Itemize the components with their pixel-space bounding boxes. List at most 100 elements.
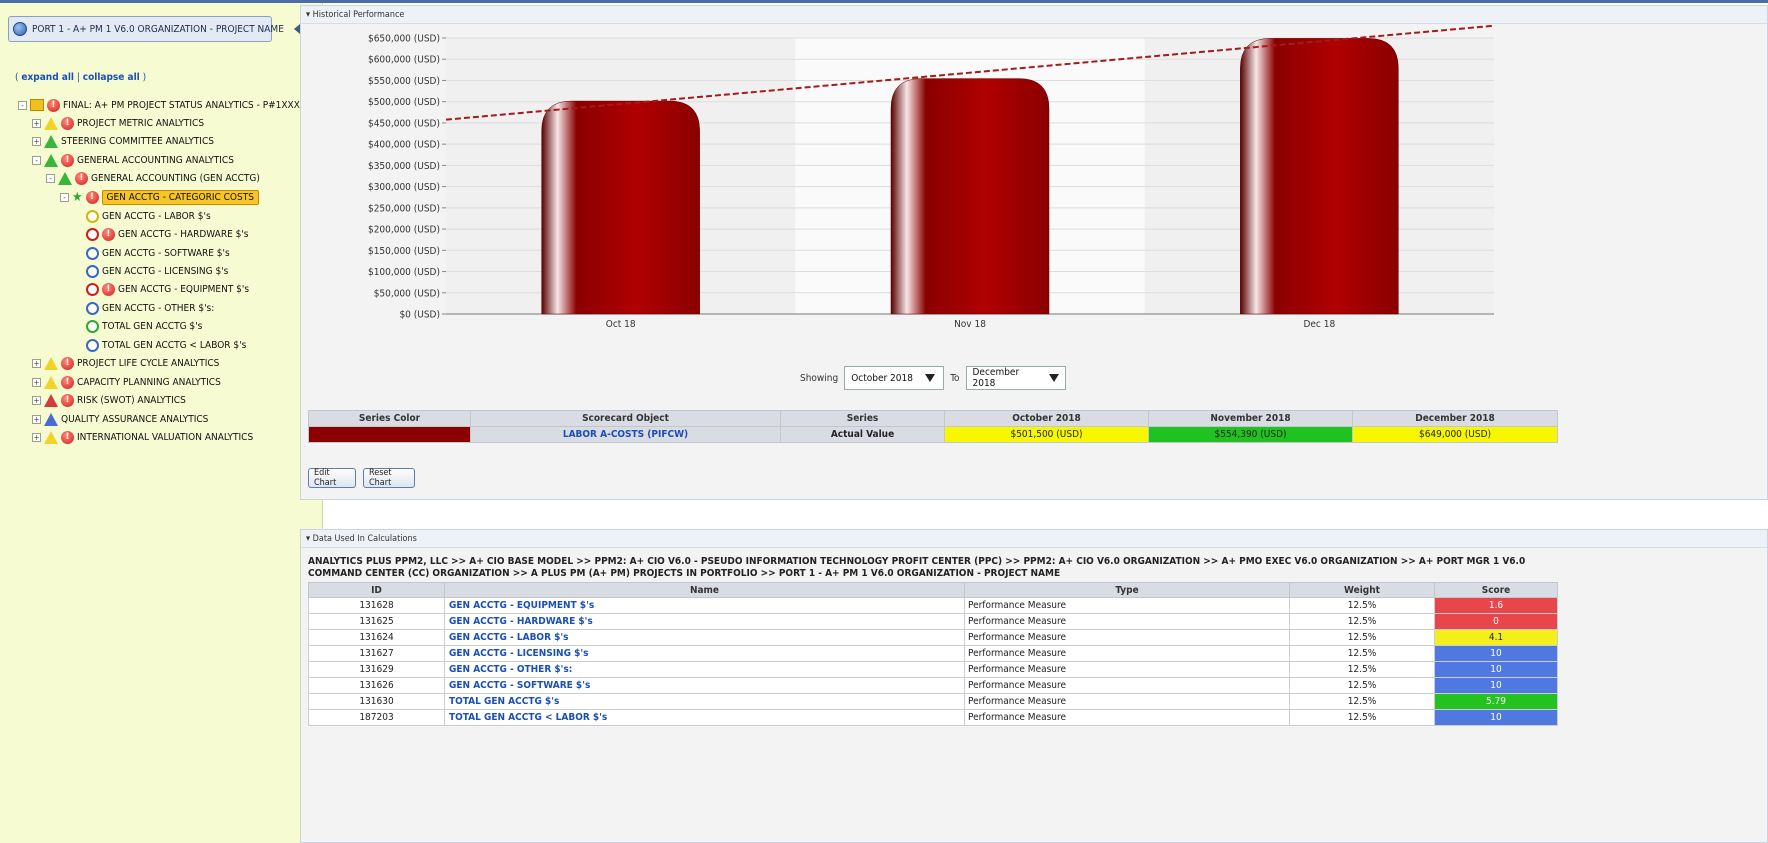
status-circle-icon (86, 338, 99, 352)
organization-title: PORT 1 - A+ PM 1 V6.0 ORGANIZATION - PRO… (32, 23, 284, 35)
section-title: Historical Performance (312, 9, 405, 20)
bar-nov-18[interactable] (890, 78, 1050, 315)
tree-item-other[interactable]: GEN ACCTG - OTHER $'s: (86, 299, 214, 317)
scorecard-object-link[interactable]: LABOR A-COSTS (PIFCW) (470, 426, 781, 443)
tree-item-hardware[interactable]: ! GEN ACCTG - HARDWARE $'s (86, 225, 248, 243)
alert-icon: ! (102, 227, 115, 241)
y-tick-label: $350,000 (USD) (368, 161, 440, 172)
from-date-select[interactable]: October 2018 (844, 366, 945, 390)
tree-item-total-gen-acctg[interactable]: TOTAL GEN ACCTG $'s (86, 317, 202, 335)
collapse-toggle-icon[interactable]: - (18, 100, 27, 110)
scorecard-icon (30, 99, 44, 111)
row-name-link[interactable]: GEN ACCTG - HARDWARE $'s (444, 613, 965, 630)
organization-selector[interactable]: PORT 1 - A+ PM 1 V6.0 ORGANIZATION - PRO… (8, 16, 284, 42)
status-circle-icon (86, 209, 99, 223)
historical-performance-chart: $0 (USD) $50,000 (USD) $100,000 (USD) $150,… (368, 24, 1495, 330)
tree-item-categoric-costs[interactable]: - ★ ! GEN ACCTG - CATEGORIC COSTS (60, 188, 259, 206)
row-name-link[interactable]: TOTAL GEN ACCTG < LABOR $'s (444, 709, 965, 726)
collapse-triangle-icon[interactable]: ▾ (306, 534, 313, 544)
row-type: Performance Measure (964, 677, 1290, 694)
from-date-value: October 2018 (851, 372, 913, 384)
y-tick-label: $50,000 (USD) (374, 288, 440, 299)
tree-item-software[interactable]: GEN ACCTG - SOFTWARE $'s (86, 244, 230, 262)
y-tick-label: $500,000 (USD) (368, 97, 440, 108)
series-color-swatch (308, 426, 471, 443)
expand-all-link[interactable]: expand all (21, 72, 74, 83)
chevron-down-icon (1048, 374, 1059, 382)
tree-item-label: PROJECT LIFE CYCLE ANALYTICS (77, 357, 220, 369)
tree-item-capacity-planning[interactable]: + ! CAPACITY PLANNING ANALYTICS (32, 373, 221, 391)
alert-icon: ! (61, 116, 74, 130)
row-name-link[interactable]: GEN ACCTG - SOFTWARE $'s (444, 677, 965, 694)
bar-oct-18[interactable] (541, 100, 700, 315)
y-tick-label: $300,000 (USD) (368, 182, 440, 193)
tree-item-label: TOTAL GEN ACCTG $'s (102, 320, 203, 332)
expand-toggle-icon[interactable]: + (32, 432, 41, 442)
col-october: October 2018 (944, 410, 1149, 427)
tree-item-final-status[interactable]: - ! FINAL: A+ PM PROJECT STATUS ANALYTIC… (18, 96, 300, 114)
edit-chart-button[interactable]: Edit Chart (308, 468, 356, 488)
tree-item-label: FINAL: A+ PM PROJECT STATUS ANALYTICS - … (63, 99, 300, 111)
tree-item-gen-acctg[interactable]: - ! GENERAL ACCOUNTING (GEN ACCTG) (46, 169, 260, 187)
collapse-toggle-icon[interactable]: - (60, 192, 69, 202)
row-name-link[interactable]: TOTAL GEN ACCTG $'s (444, 693, 965, 710)
tree-item-project-metric[interactable]: + ! PROJECT METRIC ANALYTICS (32, 114, 204, 132)
row-name-link[interactable]: GEN ACCTG - EQUIPMENT $'s (444, 597, 965, 614)
reset-chart-button[interactable]: Reset Chart (363, 468, 415, 488)
row-name-link[interactable]: GEN ACCTG - LABOR $'s (444, 629, 965, 646)
col-december: December 2018 (1352, 410, 1558, 427)
expand-toggle-icon[interactable]: + (32, 395, 41, 405)
date-range-controls: Showing October 2018 To December 2018 (800, 366, 1066, 390)
row-id: 131624 (308, 629, 445, 646)
to-date-select[interactable]: December 2018 (965, 366, 1066, 390)
collapse-toggle-icon[interactable]: - (32, 155, 41, 165)
collapse-toggle-icon[interactable]: - (46, 173, 55, 183)
tree-item-label: TOTAL GEN ACCTG < LABOR $'s (102, 339, 247, 351)
collapse-all-link[interactable]: collapse all (83, 72, 140, 83)
expand-toggle-icon[interactable]: + (32, 358, 41, 368)
expand-toggle-icon[interactable]: + (32, 118, 41, 128)
row-name-link[interactable]: GEN ACCTG - LICENSING $'s (444, 645, 965, 662)
y-tick-label: $100,000 (USD) (368, 267, 440, 278)
expand-toggle-icon[interactable]: + (32, 414, 41, 424)
bar-dec-18[interactable] (1240, 38, 1399, 315)
row-weight: 12.5% (1289, 629, 1435, 646)
section-title: Data Used In Calculations (312, 533, 417, 544)
tree-item-licensing[interactable]: GEN ACCTG - LICENSING $'s (86, 262, 228, 280)
warning-triangle-icon (44, 375, 58, 389)
tree-item-life-cycle[interactable]: + ! PROJECT LIFE CYCLE ANALYTICS (32, 354, 219, 372)
y-tick-label: $550,000 (USD) (368, 76, 440, 87)
tree-item-international-valuation[interactable]: + ! INTERNATIONAL VALUATION ANALYTICS (32, 428, 253, 446)
row-weight: 12.5% (1289, 709, 1435, 726)
tree-item-steering-committee[interactable]: + STEERING COMMITTEE ANALYTICS (32, 132, 214, 150)
tree-item-total-less-labor[interactable]: TOTAL GEN ACCTG < LABOR $'s (86, 336, 246, 354)
collapse-triangle-icon[interactable]: ▾ (306, 10, 313, 20)
status-circle-icon (86, 319, 99, 333)
status-triangle-icon (44, 393, 58, 407)
tree-item-labor[interactable]: GEN ACCTG - LABOR $'s (86, 207, 211, 225)
col-scorecard-object: Scorecard Object (470, 410, 781, 427)
row-name-link[interactable]: GEN ACCTG - OTHER $'s: (444, 661, 965, 678)
tree-item-risk-swot[interactable]: + ! RISK (SWOT) ANALYTICS (32, 391, 186, 409)
row-id: 131629 (308, 661, 445, 678)
tree-item-label: CAPACITY PLANNING ANALYTICS (77, 376, 221, 388)
status-circle-icon (86, 227, 99, 241)
chevron-down-icon (924, 374, 935, 382)
row-id: 131626 (308, 677, 445, 694)
alert-icon: ! (61, 393, 74, 407)
november-value: $554,390 (USD) (1148, 426, 1353, 443)
tree-item-general-accounting[interactable]: - ! GENERAL ACCOUNTING ANALYTICS (32, 151, 234, 169)
y-tick-label: $450,000 (USD) (368, 118, 440, 129)
tree-item-quality-assurance[interactable]: + QUALITY ASSURANCE ANALYTICS (32, 410, 208, 428)
alert-icon: ! (75, 171, 88, 185)
expand-toggle-icon[interactable]: + (32, 136, 41, 146)
expand-toggle-icon[interactable]: + (32, 377, 41, 387)
col-score: Score (1434, 582, 1558, 598)
section-header[interactable]: ▾ Historical Performance (301, 6, 1767, 24)
row-type: Performance Measure (964, 709, 1290, 726)
alert-icon: ! (61, 430, 74, 444)
tree-item-equipment[interactable]: ! GEN ACCTG - EQUIPMENT $'s (86, 280, 249, 298)
breadcrumb: ANALYTICS PLUS PPM2, LLC >> A+ CIO BASE … (308, 556, 1526, 579)
section-header[interactable]: ▾ Data Used In Calculations (301, 530, 1767, 548)
col-series-color: Series Color (308, 410, 471, 427)
